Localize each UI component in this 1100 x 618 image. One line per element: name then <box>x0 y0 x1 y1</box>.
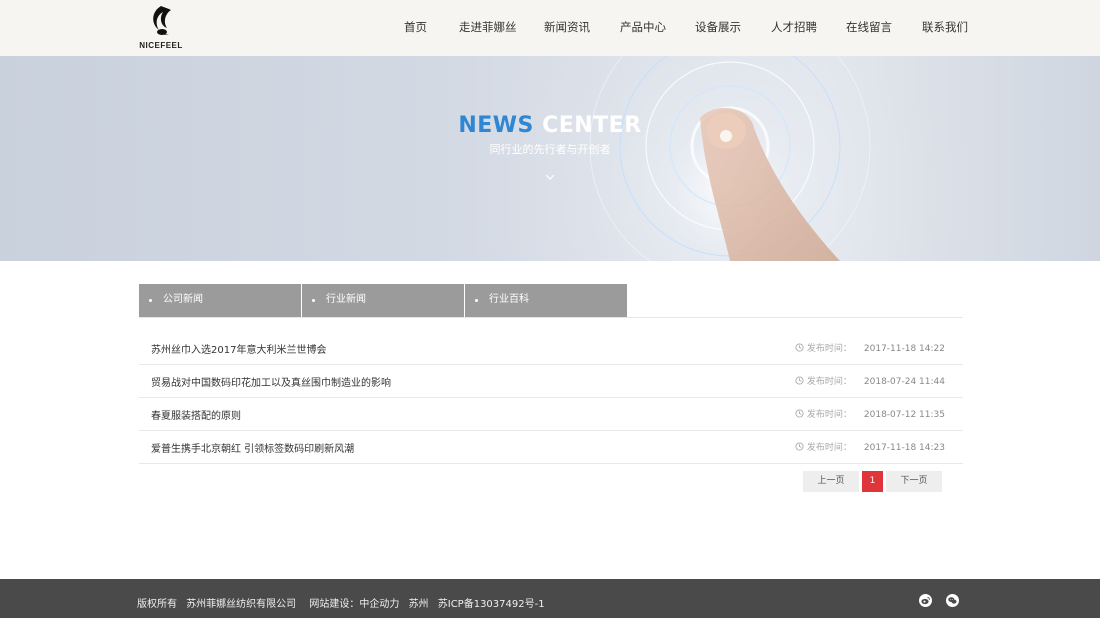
banner-title-news: NEWS <box>458 113 534 138</box>
tab-industry-news[interactable]: 行业新闻 <box>302 284 464 317</box>
news-meta: 发布时间： 2017-11-18 14:23 <box>795 440 945 453</box>
news-title[interactable]: 爱普生携手北京朝红 引领标签数码印刷新风潮 <box>151 440 354 455</box>
logo-mark-icon <box>153 6 171 35</box>
news-date: 2018-07-12 11:35 <box>863 410 945 420</box>
wechat-icon[interactable] <box>946 594 959 607</box>
news-date: 2017-11-18 14:23 <box>863 443 945 453</box>
list-item[interactable]: 春夏服装搭配的原则 发布时间： 2018-07-12 11:35 <box>139 397 963 431</box>
logo[interactable]: NICEFEEL <box>137 4 185 52</box>
nav-item-about[interactable]: 走进菲娜丝 <box>459 19 517 35</box>
news-meta: 发布时间： 2018-07-24 11:44 <box>795 374 945 387</box>
tab-label: 行业新闻 <box>326 294 366 305</box>
nav-item-careers[interactable]: 人才招聘 <box>771 19 817 35</box>
page-number-current[interactable]: 1 <box>862 471 883 492</box>
footer-company: 苏州菲娜丝纺织有限公司 <box>186 599 297 610</box>
footer-icp[interactable]: 苏ICP备13037492号-1 <box>438 599 545 610</box>
time-label: 发布时间： <box>806 377 852 387</box>
logo-text: NICEFEEL <box>139 41 183 50</box>
nav-item-message[interactable]: 在线留言 <box>846 19 892 35</box>
list-item[interactable]: 爱普生携手北京朝红 引领标签数码印刷新风潮 发布时间： 2017-11-18 14… <box>139 430 963 464</box>
site-header: NICEFEEL 首页 走进菲娜丝 新闻资讯 产品中心 设备展示 人才招聘 在线… <box>0 0 1100 56</box>
news-date: 2018-07-24 11:44 <box>863 377 945 387</box>
clock-icon <box>795 409 804 418</box>
tab-label: 公司新闻 <box>163 294 203 305</box>
news-banner: NEWS CENTER 同行业的先行者与开创者 <box>0 56 1100 261</box>
weibo-icon[interactable] <box>919 594 932 607</box>
clock-icon <box>795 376 804 385</box>
site-footer: 版权所有 苏州菲娜丝纺织有限公司 网站建设：中企动力 苏州 苏ICP备13037… <box>0 579 1100 618</box>
news-meta: 发布时间： 2017-11-18 14:22 <box>795 341 945 354</box>
bullet-icon <box>149 299 152 302</box>
bullet-icon <box>475 299 478 302</box>
time-label: 发布时间： <box>806 443 852 453</box>
nav-item-equipment[interactable]: 设备展示 <box>695 19 741 35</box>
news-title[interactable]: 贸易战对中国数码印花加工以及真丝围巾制造业的影响 <box>151 374 391 389</box>
news-meta: 发布时间： 2018-07-12 11:35 <box>795 407 945 420</box>
footer-builder[interactable]: 网站建设：中企动力 <box>309 599 399 610</box>
banner-title: NEWS CENTER <box>0 113 1100 138</box>
banner-subtitle: 同行业的先行者与开创者 <box>489 143 611 156</box>
list-item[interactable]: 贸易战对中国数码印花加工以及真丝围巾制造业的影响 发布时间： 2018-07-24… <box>139 364 963 398</box>
banner-title-center: CENTER <box>542 113 642 138</box>
clock-icon <box>795 442 804 451</box>
chevron-down-icon[interactable] <box>544 172 556 182</box>
footer-copyright: 版权所有 <box>137 599 177 610</box>
time-label: 发布时间： <box>806 410 852 420</box>
tab-industry-encyclopedia[interactable]: 行业百科 <box>465 284 627 317</box>
nav-item-contact[interactable]: 联系我们 <box>922 19 968 35</box>
prev-page-button[interactable]: 上一页 <box>803 471 859 492</box>
next-page-button[interactable]: 下一页 <box>886 471 942 492</box>
tab-company-news[interactable]: 公司新闻 <box>139 284 301 317</box>
footer-info: 版权所有 苏州菲娜丝纺织有限公司 网站建设：中企动力 苏州 苏ICP备13037… <box>137 595 551 610</box>
clock-icon <box>795 343 804 352</box>
time-label: 发布时间： <box>806 344 852 354</box>
nav-item-products[interactable]: 产品中心 <box>620 19 666 35</box>
news-category-tabs: 公司新闻 行业新闻 行业百科 <box>139 284 963 318</box>
banner-background-image <box>0 56 1100 261</box>
nav-item-home[interactable]: 首页 <box>404 19 427 35</box>
bullet-icon <box>312 299 315 302</box>
news-title[interactable]: 苏州丝巾入选2017年意大利米兰世博会 <box>151 341 326 356</box>
tab-label: 行业百科 <box>489 294 529 305</box>
list-item[interactable]: 苏州丝巾入选2017年意大利米兰世博会 发布时间： 2017-11-18 14:2… <box>139 331 963 365</box>
footer-city: 苏州 <box>408 599 429 610</box>
news-title[interactable]: 春夏服装搭配的原则 <box>151 407 241 422</box>
nav-item-news[interactable]: 新闻资讯 <box>544 19 590 35</box>
news-date: 2017-11-18 14:22 <box>863 344 945 354</box>
